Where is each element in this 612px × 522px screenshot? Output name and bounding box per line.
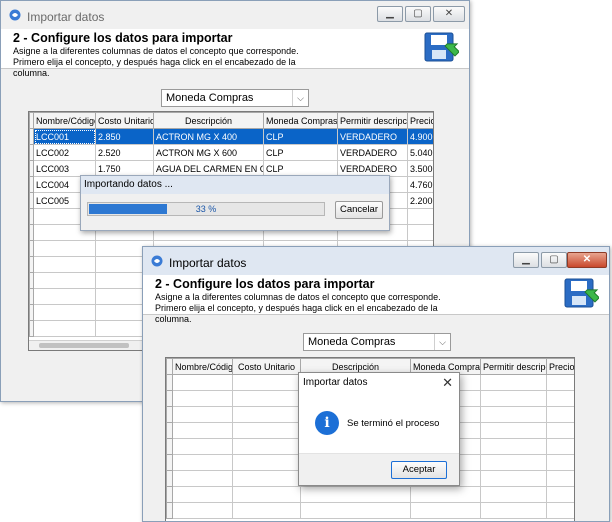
table-cell[interactable]: LCC002: [33, 144, 96, 161]
empty-row: [166, 486, 574, 503]
info-message: Se terminó el proceso: [347, 418, 440, 429]
chevron-down-icon: ⌵: [434, 334, 450, 350]
column-header[interactable]: Nombre/Código: [172, 358, 233, 375]
concept-select-value: Moneda Compras: [308, 336, 396, 348]
scrollbar-thumb[interactable]: [39, 343, 129, 348]
step-description: Asigne a la diferentes columnas de datos…: [13, 46, 299, 78]
minimize-icon: ▁: [386, 8, 394, 19]
table-cell[interactable]: 4.900: [407, 128, 433, 145]
info-icon: i: [315, 411, 339, 435]
title-bar[interactable]: Importar datos ▁ ▢ ✕: [143, 247, 609, 275]
save-disk-icon: [564, 278, 599, 308]
table-cell[interactable]: VERDADERO: [337, 128, 408, 145]
process-finished-dialog: Importar datos ✕ i Se terminó el proceso…: [298, 372, 460, 486]
column-header[interactable]: Nombre/Código: [33, 112, 96, 129]
table-cell[interactable]: 4.760: [407, 176, 433, 193]
window-title: Importar datos: [27, 10, 105, 24]
table-row[interactable]: LCC001 2.850 ACTRON MG X 400 CLP VERDADE…: [29, 128, 433, 145]
close-icon[interactable]: ✕: [442, 375, 453, 391]
table-cell[interactable]: LCC001: [33, 128, 96, 145]
table-cell[interactable]: CLP: [263, 128, 338, 145]
accept-button[interactable]: Aceptar: [391, 461, 447, 479]
app-logo-icon: [9, 9, 21, 21]
column-header[interactable]: Precio S: [406, 112, 433, 129]
app-logo-icon: [151, 255, 163, 267]
minimize-button[interactable]: ▁: [377, 6, 403, 22]
table-cell[interactable]: CLP: [263, 144, 338, 161]
info-dialog-title: Importar datos: [303, 377, 368, 388]
import-progress-bar: 33 %: [87, 202, 325, 216]
step-description: Asigne a la diferentes columnas de datos…: [155, 292, 441, 324]
window-title: Importar datos: [169, 256, 247, 270]
progress-dialog-title: Importando datos ...: [81, 176, 389, 194]
title-bar[interactable]: Importar datos ▁ ▢ ✕: [1, 1, 469, 29]
column-header[interactable]: Permitir descripción: [337, 112, 408, 129]
chevron-down-icon: ⌵: [292, 90, 308, 106]
maximize-button[interactable]: ▢: [405, 6, 431, 22]
dialog-footer: Aceptar: [299, 453, 459, 485]
minimize-button[interactable]: ▁: [513, 252, 539, 268]
table-cell[interactable]: 2.850: [95, 128, 154, 145]
save-disk-icon: [424, 32, 459, 62]
minimize-icon: ▁: [522, 254, 530, 265]
column-header[interactable]: Permitir descripción: [480, 358, 547, 375]
close-icon: ✕: [444, 8, 454, 19]
grid-header-row: Nombre/Código Costo Unitario Descripción…: [29, 112, 433, 129]
maximize-icon: ▢: [413, 8, 423, 19]
table-cell[interactable]: VERDADERO: [337, 144, 408, 161]
table-cell[interactable]: 5.040: [407, 144, 433, 161]
table-cell[interactable]: ACTRON MG X 600: [153, 144, 264, 161]
table-cell[interactable]: ACTRON MG X 400: [153, 128, 264, 145]
close-button[interactable]: ✕: [433, 6, 465, 22]
importing-progress-dialog: Importando datos ... 33 % Cancelar: [80, 175, 390, 231]
concept-select[interactable]: Moneda Compras ⌵: [303, 333, 451, 351]
close-icon: ✕: [582, 254, 592, 265]
concept-select-value: Moneda Compras: [166, 92, 254, 104]
table-row[interactable]: LCC002 2.520 ACTRON MG X 600 CLP VERDADE…: [29, 144, 433, 161]
column-header[interactable]: Costo Unitario: [95, 112, 154, 129]
column-header[interactable]: Precio S: [546, 358, 574, 375]
step-title: 2 - Configure los datos para importar: [13, 31, 233, 45]
column-header[interactable]: Costo Unitario: [232, 358, 301, 375]
column-header[interactable]: Moneda Compras: [263, 112, 338, 129]
cancel-button[interactable]: Cancelar: [335, 201, 383, 219]
concept-select[interactable]: Moneda Compras ⌵: [161, 89, 309, 107]
maximize-icon: ▢: [549, 254, 559, 265]
maximize-button[interactable]: ▢: [541, 252, 567, 268]
empty-row: [166, 502, 574, 519]
progress-percent-label: 33 %: [195, 204, 217, 214]
step-header: 2 - Configure los datos para importar As…: [1, 29, 469, 78]
step-title: 2 - Configure los datos para importar: [155, 277, 375, 291]
table-cell[interactable]: 2.200: [407, 192, 433, 209]
step-header: 2 - Configure los datos para importar As…: [143, 275, 609, 324]
column-header[interactable]: Descripción: [153, 112, 264, 129]
table-cell[interactable]: 2.520: [95, 144, 154, 161]
close-button[interactable]: ✕: [567, 252, 607, 268]
table-cell[interactable]: 3.500: [407, 160, 433, 177]
